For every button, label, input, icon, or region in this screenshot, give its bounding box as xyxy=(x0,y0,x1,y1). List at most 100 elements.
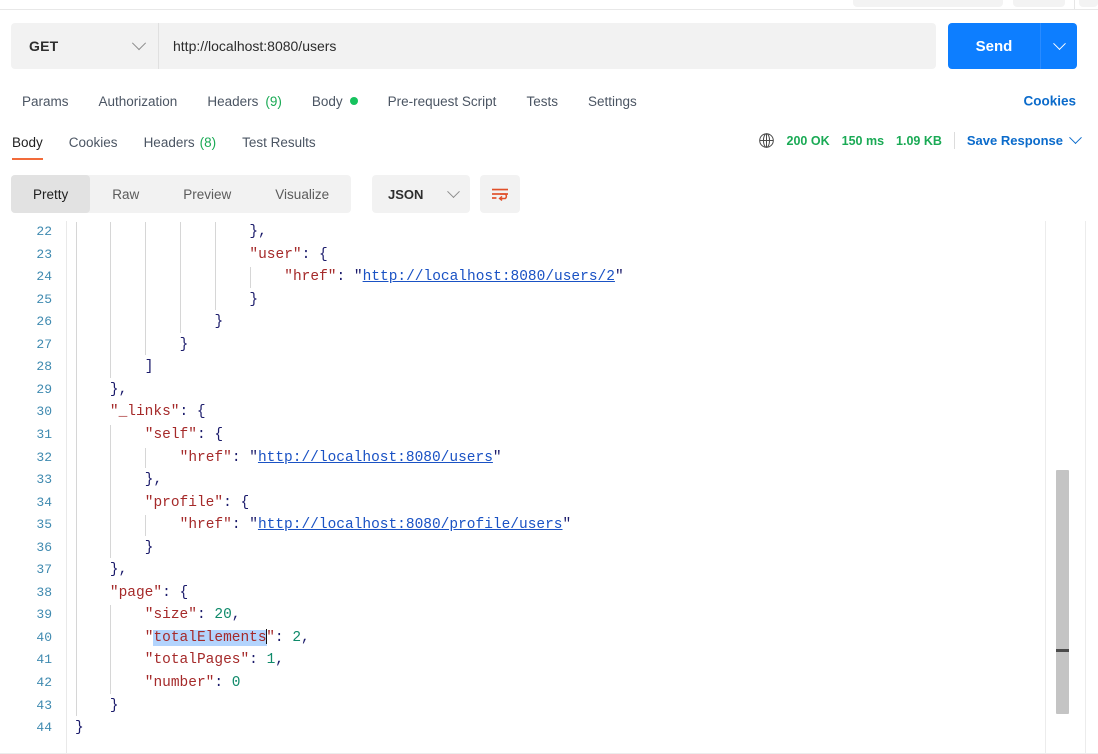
code-line-text: "self": { xyxy=(145,424,223,447)
response-tab-body[interactable]: Body xyxy=(12,124,43,160)
response-tab-cookies[interactable]: Cookies xyxy=(69,124,118,150)
view-mode-pretty[interactable]: Pretty xyxy=(11,175,91,213)
send-options-button[interactable] xyxy=(1041,23,1077,69)
save-response-label: Save Response xyxy=(966,133,1063,148)
tab-settings[interactable]: Settings xyxy=(588,94,637,109)
response-format-select[interactable]: JSON xyxy=(372,175,470,213)
code-token: : xyxy=(196,607,215,624)
view-mode-visualize[interactable]: Visualize xyxy=(253,175,351,213)
code-token: "href" xyxy=(179,517,232,534)
http-method-select[interactable]: GET xyxy=(11,23,159,69)
view-mode-segmented-control: Pretty Raw Preview Visualize xyxy=(11,175,352,213)
response-view-toolbar: Pretty Raw Preview Visualize JSON xyxy=(0,167,1098,369)
code-line-text: } xyxy=(215,311,224,334)
tab-label: Body xyxy=(311,93,343,109)
code-token: "page" xyxy=(109,584,163,601)
code-token: " xyxy=(562,517,572,534)
code-token: http://localhost:8080/users/2 xyxy=(362,269,615,286)
code-line-text: "user": { xyxy=(249,244,327,267)
vertical-scrollbar-thumb[interactable] xyxy=(1056,470,1069,714)
code-token: http://localhost:8080/users xyxy=(257,449,493,466)
code-token: "number" xyxy=(144,675,215,691)
tab-label: Body xyxy=(12,135,43,150)
cookies-link[interactable]: Cookies xyxy=(1023,94,1076,109)
view-mode-raw[interactable]: Raw xyxy=(90,175,161,213)
code-token: : { xyxy=(301,246,328,263)
request-url-input[interactable]: http://localhost:8080/users xyxy=(159,23,936,69)
code-token: } xyxy=(179,336,189,353)
code-line-text: } xyxy=(75,717,84,740)
code-token: : xyxy=(336,269,354,286)
code-line-text: }, xyxy=(110,559,127,582)
code-token: "_links" xyxy=(109,404,180,421)
code-token: , xyxy=(153,472,163,489)
tab-authorization[interactable]: Authorization xyxy=(99,94,178,109)
code-token: http://localhost:8080/profile/users xyxy=(257,517,563,534)
code-token: "user" xyxy=(249,246,302,263)
code-token: , xyxy=(118,562,128,579)
code-token: } xyxy=(109,697,119,714)
code-token: : xyxy=(231,517,250,534)
code-line: 35 "href": "http://localhost:8080/profile… xyxy=(0,514,1068,537)
code-token: "size" xyxy=(144,607,197,624)
line-number: 30 xyxy=(36,404,52,420)
tab-params[interactable]: Params xyxy=(22,94,69,109)
line-number: 32 xyxy=(36,449,52,465)
tab-label: Authorization xyxy=(98,93,178,109)
response-body-code-viewer[interactable]: 22}, 23 "user": {24 "href": "http://localho… xyxy=(0,221,1098,754)
code-token: , xyxy=(275,652,284,669)
response-status-bar: 200 OK 150 ms 1.09 KB Save Response xyxy=(758,131,1082,149)
line-number: 39 xyxy=(36,607,52,623)
response-tab-test-results[interactable]: Test Results xyxy=(242,124,316,150)
code-line-text: } xyxy=(145,537,154,560)
save-response-button[interactable]: Save Response xyxy=(966,131,1082,148)
code-lines-container: 22}, 23 "user": {24 "href": "http://localho… xyxy=(0,221,1068,754)
code-line-text: "totalElements": 2, xyxy=(145,627,310,650)
wrap-lines-icon xyxy=(492,188,508,201)
line-number: 23 xyxy=(36,246,52,262)
code-token: 1 xyxy=(266,652,276,669)
code-token: : xyxy=(274,629,293,646)
code-line-text: }, xyxy=(145,469,162,492)
tab-body[interactable]: Body xyxy=(312,94,358,109)
code-line: 34 "profile": { xyxy=(0,492,1068,515)
line-number: 26 xyxy=(36,314,52,330)
tab-headers[interactable]: Headers (9) xyxy=(207,94,282,109)
code-line-text: "totalPages": 1, xyxy=(145,649,284,672)
view-mode-label: Pretty xyxy=(33,186,69,202)
code-line: 25} xyxy=(0,289,1068,312)
code-token: : { xyxy=(162,584,189,601)
code-line: 30 "_links": { xyxy=(0,401,1068,424)
code-token: } xyxy=(109,562,119,579)
code-token: : xyxy=(231,449,250,466)
wrap-lines-button[interactable] xyxy=(480,175,520,213)
code-token: "totalPages" xyxy=(144,652,250,669)
code-token: 2 xyxy=(292,629,302,646)
code-line-text: }, xyxy=(110,379,127,402)
line-number: 24 xyxy=(36,269,52,285)
code-line-text: "size": 20, xyxy=(145,604,241,627)
tab-label: Test Results xyxy=(242,135,316,150)
line-number: 38 xyxy=(36,584,52,600)
code-line: 29}, xyxy=(0,379,1068,402)
code-line: 39 "size": 20, xyxy=(0,604,1068,627)
response-tab-headers[interactable]: Headers (8) xyxy=(144,124,217,150)
tab-label: Settings xyxy=(587,93,637,109)
view-mode-preview[interactable]: Preview xyxy=(161,175,253,213)
tab-tests[interactable]: Tests xyxy=(526,94,558,109)
code-line: 33}, xyxy=(0,469,1068,492)
send-button[interactable]: Send xyxy=(948,23,1077,69)
method-and-url-group: GET http://localhost:8080/users xyxy=(11,23,936,69)
code-token: : xyxy=(249,652,267,669)
code-token: } xyxy=(249,224,259,240)
code-line-text: "href": "http://localhost:8080/users/2" xyxy=(284,266,623,289)
line-number: 28 xyxy=(36,359,52,375)
code-line: 32 "href": "http://localhost:8080/users" xyxy=(0,447,1068,470)
tab-label: Params xyxy=(22,93,69,109)
tab-label: Tests xyxy=(526,93,558,109)
view-mode-label: Visualize xyxy=(275,186,330,202)
code-line: 27} xyxy=(0,334,1068,357)
line-number: 37 xyxy=(36,562,52,578)
line-number: 35 xyxy=(36,517,52,533)
tab-pre-request-script[interactable]: Pre-request Script xyxy=(388,94,497,109)
